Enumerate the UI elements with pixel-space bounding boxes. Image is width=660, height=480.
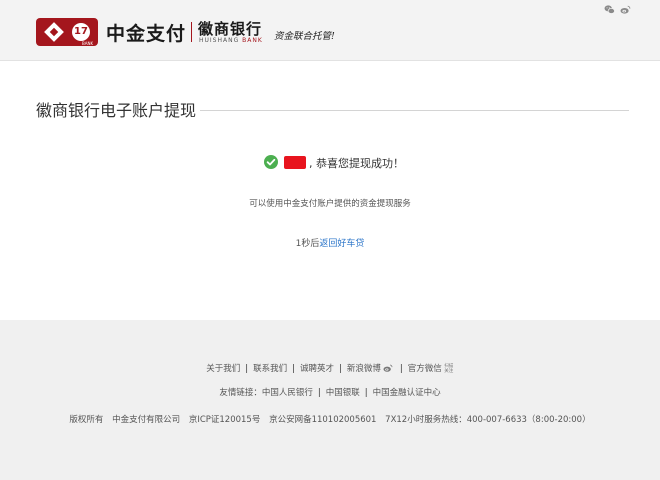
main-panel: 徽商银行电子账户提现 , 恭喜您提现成功！ 可以使用中金支付账户提供的资金提现服… (0, 61, 660, 320)
return-link[interactable]: 返回好车贷 (319, 239, 364, 249)
footer-link-contact[interactable]: 联系我们 (253, 364, 287, 374)
police-record: 京公安网备110102005601 (269, 415, 377, 425)
footer-link-careers[interactable]: 诚聘英才 (300, 364, 334, 374)
footer-separator: | (339, 364, 342, 374)
footer-separator: | (245, 364, 249, 374)
info-text: 可以使用中金支付账户提供的资金提现服务 (249, 199, 411, 209)
check-circle-icon (264, 155, 278, 169)
huishang-logo-text: 徽商银行 (198, 20, 263, 38)
redirect-notice: 1秒后返回好车贷 (0, 236, 660, 249)
weibo-icon[interactable] (620, 4, 631, 15)
logo-separator (191, 22, 192, 42)
copyright: 版权所有 中金支付有限公司 京ICP证120015号 京公安网备11010200… (0, 413, 660, 425)
zhongjin-bank-tag: BANK (82, 41, 94, 46)
slogan: 资金联合托管! (274, 31, 335, 42)
qr-tag-line2: 关注 (444, 369, 454, 374)
icp-license: 京ICP证120015号 (188, 415, 261, 425)
footer-nav: 关于我们 | 联系我们 | 诚聘英才 | 新浪微博 | 官方微信 扫描 关注 (0, 362, 660, 374)
footer-separator: | (317, 388, 321, 398)
footer-separator: | (292, 364, 295, 374)
footer-separator: | (364, 388, 368, 398)
qr-code-icon[interactable]: 扫描 关注 (444, 364, 454, 374)
service-hotline: 7X12小时服务热线：400-007-6633（8:00-20:00） (385, 415, 591, 425)
redacted-username (284, 156, 306, 169)
redirect-countdown: 1秒后 (295, 239, 320, 249)
copyright-label: 版权所有 (69, 415, 104, 425)
success-message: , 恭喜您提现成功！ (0, 153, 660, 173)
weibo-icon[interactable] (383, 363, 393, 373)
footer-separator: | (399, 364, 403, 374)
footer-link-weibo[interactable]: 新浪微博 (347, 364, 381, 374)
huishang-logo-english: HUISHANG BANK (199, 37, 263, 44)
huishang-en-right: BANK (242, 37, 263, 44)
page-title: 徽商银行电子账户提现 (36, 101, 197, 120)
footer-link-wechat[interactable]: 官方微信 (408, 364, 442, 374)
friend-link-pboc[interactable]: 中国人民银行 (262, 388, 313, 398)
title-divider (200, 110, 629, 111)
zhongjin-logo-badge[interactable]: 17 BANK (36, 18, 98, 46)
footer-link-about[interactable]: 关于我们 (206, 364, 240, 374)
friend-link-cfca[interactable]: 中国金融认证中心 (373, 388, 441, 398)
friend-links: 友情链接：中国人民银行 | 中国银联 | 中国金融认证中心 (0, 386, 660, 398)
friend-links-label: 友情链接： (219, 388, 262, 398)
company-name: 中金支付有限公司 (112, 415, 181, 425)
zhongjin-logo-text: 中金支付 (106, 23, 187, 45)
footer: 关于我们 | 联系我们 | 诚聘英才 | 新浪微博 | 官方微信 扫描 关注 友情链接：中国人民银… (0, 320, 660, 480)
friend-link-unionpay[interactable]: 中国银联 (326, 388, 360, 398)
header: 17 BANK 中金支付 徽商银行 HUISHANG BANK 资金联合托管! (0, 0, 660, 61)
wechat-icon[interactable] (604, 4, 615, 15)
success-text: , 恭喜您提现成功！ (309, 157, 404, 170)
zhongjin-circle-icon: 17 (72, 23, 90, 41)
huishang-en-left: HUISHANG (199, 37, 240, 44)
